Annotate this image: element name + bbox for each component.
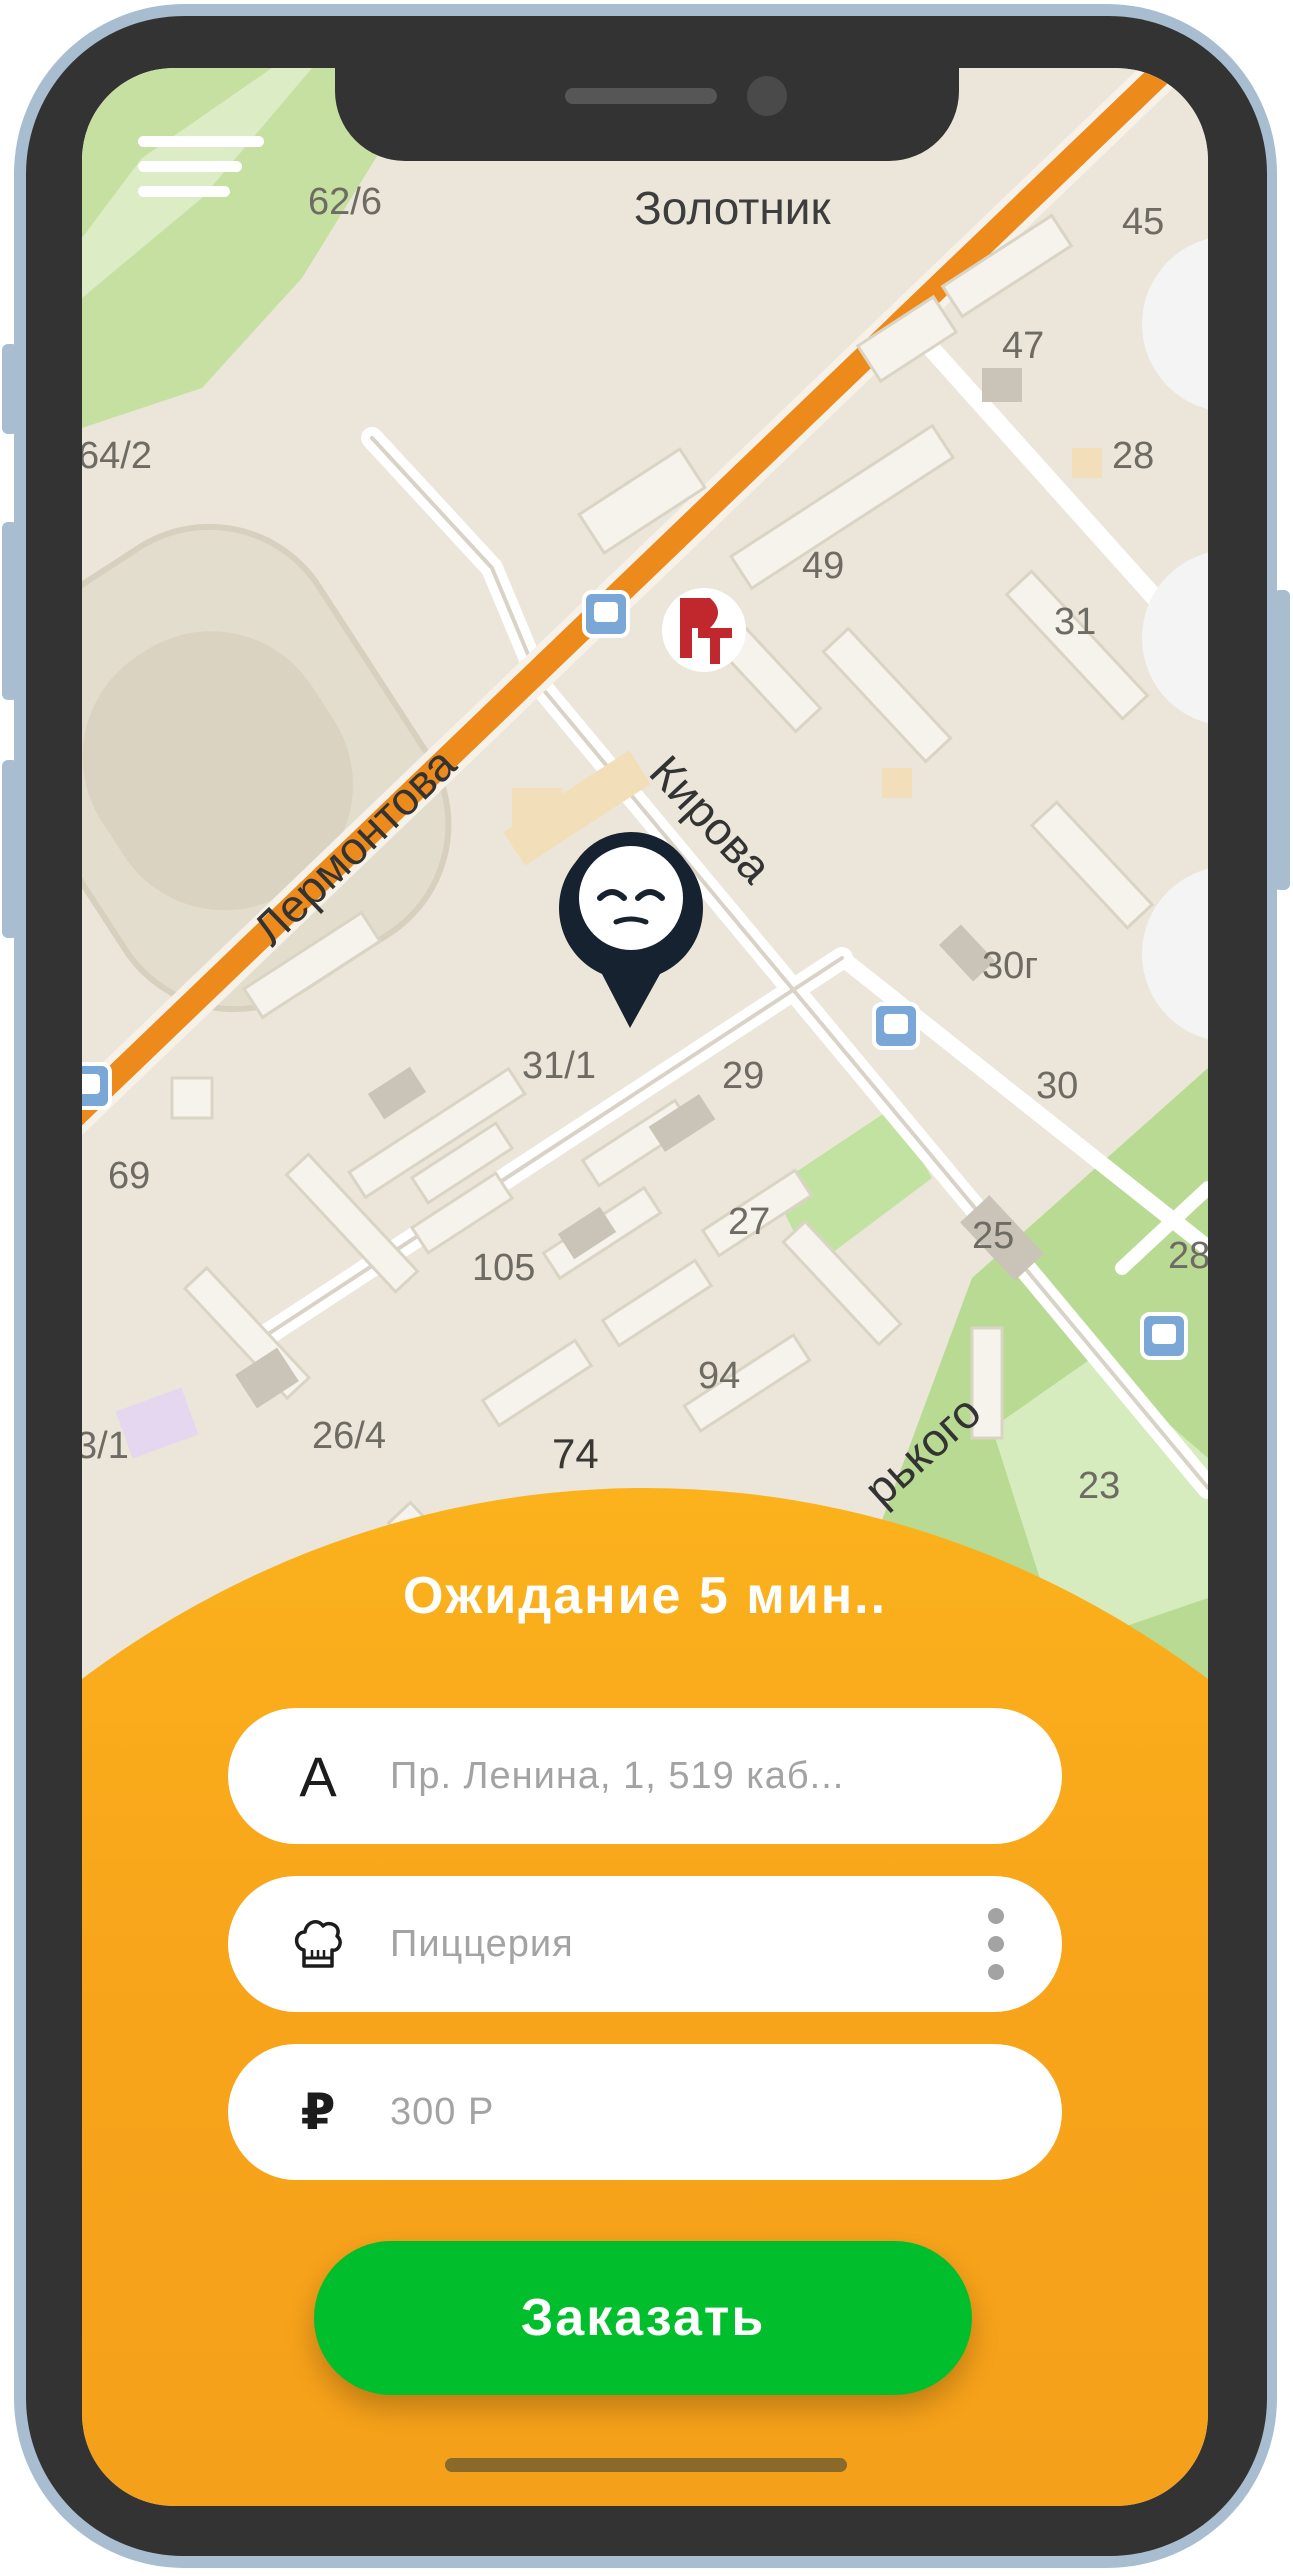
house-number-64-2: 64/2 (82, 435, 152, 477)
house-number-47: 47 (1002, 325, 1044, 367)
menu-icon[interactable] (138, 136, 264, 198)
home-indicator[interactable] (445, 2458, 847, 2472)
house-number-45: 45 (1122, 201, 1164, 243)
bus-stop-icon[interactable] (582, 590, 630, 638)
house-number-31: 31 (1054, 601, 1096, 643)
house-number-26-4: 26/4 (312, 1415, 386, 1457)
price-value[interactable]: 300 Р (390, 2044, 494, 2180)
house-number-27: 27 (728, 1201, 770, 1243)
house-number-94: 94 (698, 1355, 740, 1397)
house-number-3-1: 3/1 (82, 1425, 129, 1467)
bus-stop-icon[interactable] (872, 1002, 920, 1050)
house-number-62-6: 62/6 (308, 181, 382, 223)
house-number-74: 74 (552, 1430, 599, 1477)
house-number-28-b: 28 (1168, 1235, 1208, 1277)
house-number-105: 105 (472, 1247, 535, 1289)
notch (335, 68, 959, 161)
map[interactable]: 62/6 45 47 28 64/2 49 31 30г 31/1 29 30 … (82, 68, 1208, 1728)
volume-up-button (2, 522, 18, 700)
house-number-30g: 30г (982, 945, 1038, 987)
screen: 62/6 45 47 28 64/2 49 31 30г 31/1 29 30 … (82, 68, 1208, 2506)
mute-switch (2, 344, 18, 434)
house-number-69: 69 (108, 1155, 150, 1197)
speaker (565, 88, 717, 104)
bus-stop-icon[interactable] (82, 1062, 112, 1110)
front-camera (747, 76, 787, 116)
bus-stop-icon[interactable] (1140, 1312, 1188, 1360)
house-number-28: 28 (1112, 435, 1154, 477)
volume-down-button (2, 760, 18, 938)
restaurant-value[interactable]: Пиццерия (390, 1876, 574, 2012)
address-letter-icon: A (299, 1744, 337, 1808)
waiting-time-label: Ожидание 5 мин.. (402, 1567, 888, 1625)
restaurant-logo-icon[interactable] (662, 588, 746, 672)
house-number-49: 49 (802, 545, 844, 587)
house-number-25: 25 (972, 1215, 1014, 1257)
ruble-icon: ₽ (300, 2084, 336, 2140)
address-value[interactable]: Пр. Ленина, 1, 519 каб... (390, 1708, 844, 1844)
house-number-23: 23 (1078, 1465, 1120, 1507)
price-field[interactable]: ₽ 300 Р (228, 2044, 1062, 2180)
power-button (1274, 590, 1290, 890)
restaurant-field[interactable]: Пиццерия (228, 1876, 1062, 2012)
chef-hat-icon (280, 1906, 356, 1982)
address-field[interactable]: A Пр. Ленина, 1, 519 каб... (228, 1708, 1062, 1844)
order-button[interactable]: Заказать (314, 2241, 972, 2395)
house-number-31-1: 31/1 (522, 1045, 596, 1087)
house-number-30: 30 (1036, 1065, 1078, 1107)
more-vertical-icon[interactable] (988, 1908, 1004, 1980)
house-number-29: 29 (722, 1055, 764, 1097)
poi-label-zolotnik: Золотник (634, 182, 831, 234)
